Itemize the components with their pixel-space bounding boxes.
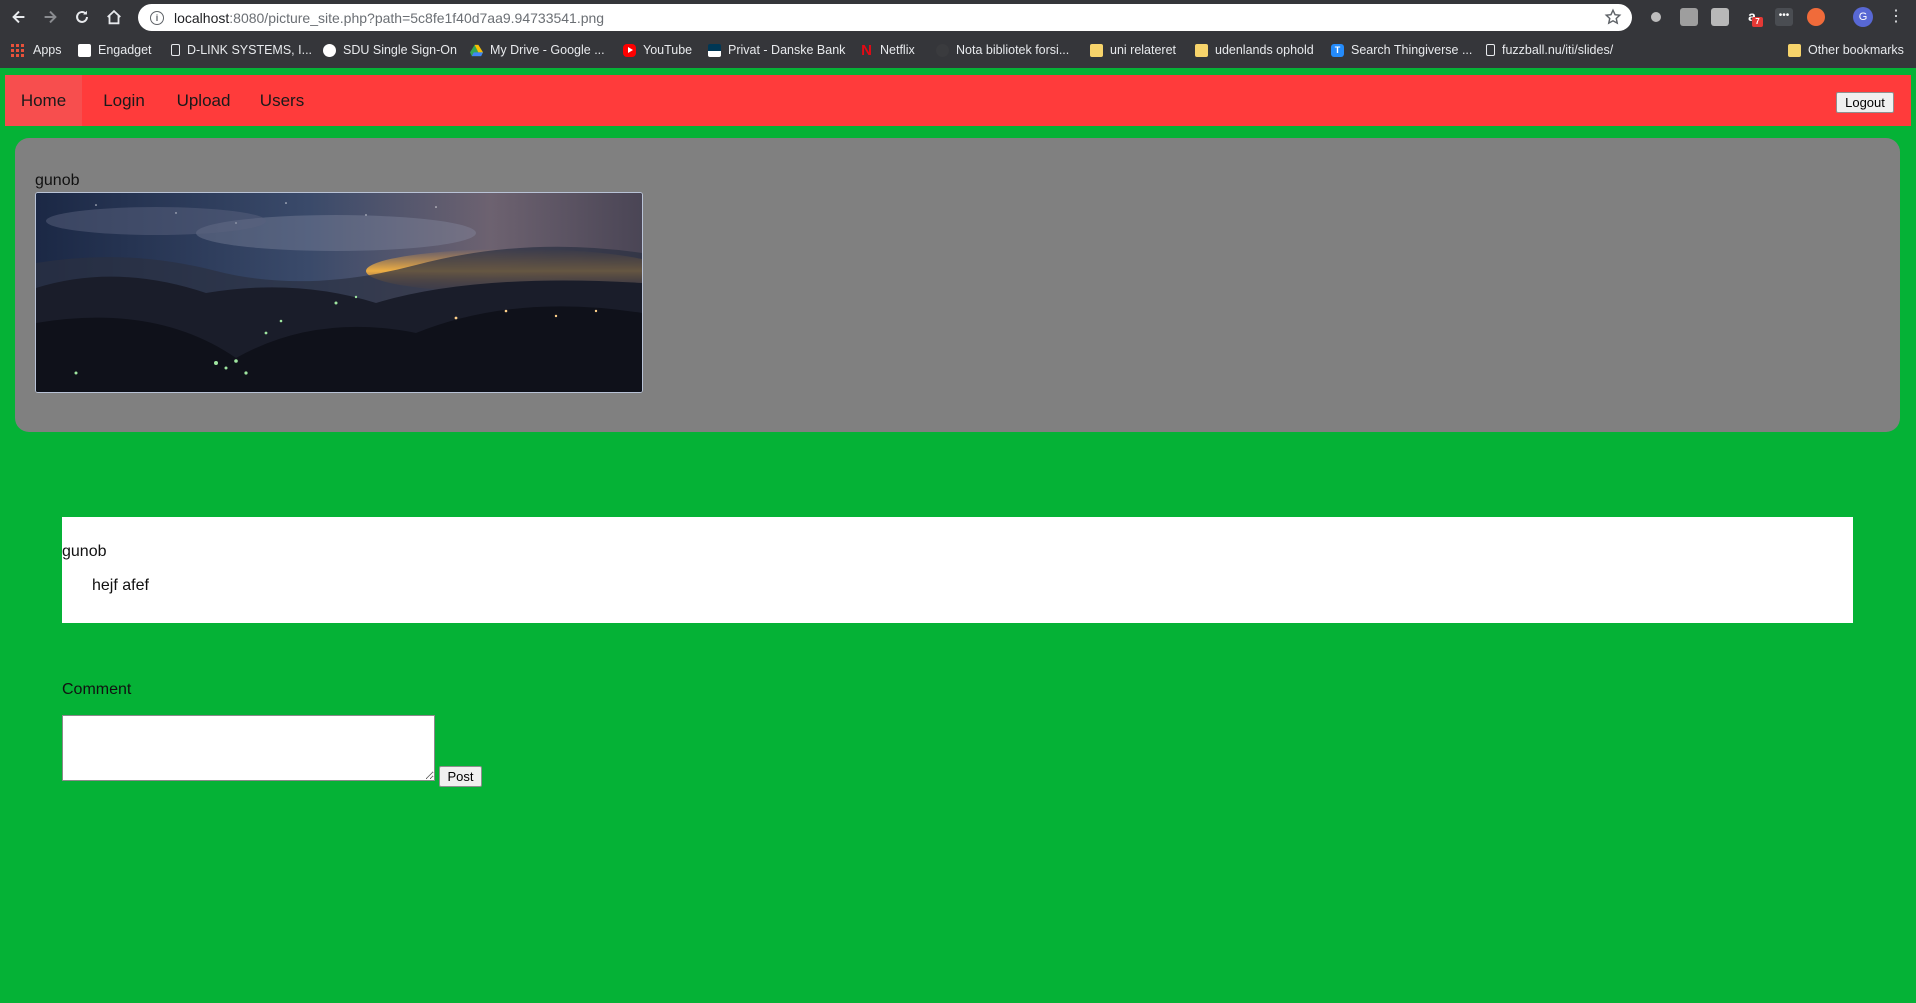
danske-bank-icon: [708, 43, 721, 57]
comment-label: Comment: [62, 681, 132, 698]
netflix-icon: N: [861, 41, 872, 59]
bookmark-sdu[interactable]: SDU Single Sign-On: [323, 41, 457, 59]
back-button[interactable]: [6, 4, 32, 30]
folder-icon: [1788, 43, 1801, 57]
bookmark-thingiverse[interactable]: T Search Thingiverse ...: [1331, 41, 1472, 59]
bookmark-label: YouTube: [643, 43, 693, 57]
bookmark-label: udenlands ophold: [1215, 43, 1314, 57]
browser-chrome: i localhost:8080/picture_site.php?path=5…: [0, 0, 1916, 68]
address-url[interactable]: localhost:8080/picture_site.php?path=5c8…: [174, 10, 604, 26]
arrow-left-icon: [12, 10, 25, 24]
thingiverse-icon: T: [1331, 43, 1344, 57]
reload-button[interactable]: [69, 4, 95, 30]
post-image: [35, 192, 643, 393]
bookmark-star-icon[interactable]: [1604, 8, 1622, 26]
bookmark-label: Search Thingiverse ...: [1351, 43, 1473, 57]
address-bar[interactable]: i localhost:8080/picture_site.php?path=5…: [138, 4, 1632, 31]
page-icon: [171, 44, 180, 56]
url-path: :8080/picture_site.php?path=5c8fe1f40d7a…: [229, 9, 605, 26]
nota-icon: [936, 43, 949, 57]
bookmark-google-drive[interactable]: My Drive - Google ...: [470, 41, 605, 59]
extension-orange-icon[interactable]: [1807, 8, 1825, 26]
url-host: localhost: [174, 9, 230, 26]
logout-button[interactable]: Logout: [1836, 92, 1894, 113]
reload-icon: [76, 10, 88, 23]
engadget-icon: [78, 43, 91, 57]
nav-label: Home: [20, 90, 67, 110]
bookmark-label: Privat - Danske Bank: [728, 43, 846, 57]
nav-label: Login: [103, 90, 145, 110]
bookmark-label: Apps: [33, 43, 62, 57]
bookmark-label: D-LINK SYSTEMS, I...: [187, 43, 313, 57]
sdu-icon: [323, 43, 336, 57]
browser-toolbar: i localhost:8080/picture_site.php?path=5…: [0, 0, 1916, 34]
extension-record-icon[interactable]: [1647, 8, 1665, 26]
home-icon: [107, 9, 121, 25]
nav-login[interactable]: Login: [90, 75, 158, 126]
comment-textarea[interactable]: [62, 715, 435, 781]
bookmark-folder-uni[interactable]: uni relateret: [1090, 41, 1176, 59]
site-info-icon[interactable]: i: [150, 10, 164, 25]
comments-list: [62, 517, 1853, 623]
bookmark-fuzzball[interactable]: fuzzball.nu/iti/slides/: [1486, 41, 1613, 59]
google-drive-icon: [470, 44, 483, 56]
apps-grid-icon: [11, 43, 24, 57]
bookmark-danske-bank[interactable]: Privat - Danske Bank: [708, 41, 845, 59]
nav-home[interactable]: Home: [5, 75, 82, 126]
bookmark-folder-udenlands[interactable]: udenlands ophold: [1195, 41, 1314, 59]
extension-translate-icon[interactable]: [1711, 8, 1729, 26]
nav-label: Users: [259, 90, 305, 110]
comment-text: hejf afef: [92, 577, 149, 594]
bookmark-label: My Drive - Google ...: [490, 43, 605, 57]
forward-button[interactable]: [37, 4, 63, 30]
amazon-extension-icon[interactable]: a7: [1743, 8, 1763, 27]
extension-grey-icon[interactable]: [1680, 8, 1698, 26]
folder-icon: [1090, 43, 1103, 57]
comment-author: gunob: [62, 543, 107, 560]
extension-badge: 7: [1752, 17, 1763, 27]
extension-dots-icon[interactable]: •••: [1775, 8, 1793, 26]
bookmark-label: uni relateret: [1110, 43, 1177, 57]
post-comment-button[interactable]: Post: [439, 766, 482, 787]
browser-menu-icon[interactable]: ⋮: [1888, 8, 1904, 26]
nav-label: Upload: [176, 90, 231, 110]
bookmark-label: Other bookmarks: [1808, 43, 1904, 57]
bookmark-engadget[interactable]: Engadget: [78, 41, 152, 59]
post-author: gunob: [35, 172, 80, 189]
youtube-icon: [623, 43, 636, 57]
arrow-right-icon: [44, 10, 57, 24]
nav-upload[interactable]: Upload: [165, 75, 242, 126]
page-icon: [1486, 44, 1495, 56]
bookmark-label: SDU Single Sign-On: [343, 43, 457, 57]
bookmark-netflix[interactable]: N Netflix: [860, 41, 915, 59]
site-navbar: Home Login Upload Users: [5, 75, 1911, 126]
bookmark-nota[interactable]: Nota bibliotek forsi...: [936, 41, 1069, 59]
bookmark-label: Engadget: [98, 43, 152, 57]
bookmark-label: Netflix: [880, 43, 915, 57]
bookmark-apps[interactable]: Apps: [11, 41, 62, 59]
landscape-photo: [36, 193, 642, 392]
bookmarks-bar: Apps Engadget D-LINK SYSTEMS, I... SDU S…: [0, 36, 1916, 64]
bookmark-label: fuzzball.nu/iti/slides/: [1502, 43, 1614, 57]
bookmark-other[interactable]: Other bookmarks: [1788, 41, 1904, 59]
nav-users[interactable]: Users: [249, 75, 315, 126]
bookmark-youtube[interactable]: YouTube: [623, 41, 692, 59]
home-button[interactable]: [101, 4, 127, 30]
profile-avatar[interactable]: G: [1853, 7, 1873, 27]
folder-icon: [1195, 43, 1208, 57]
bookmark-dlink[interactable]: D-LINK SYSTEMS, I...: [171, 41, 312, 59]
bookmark-label: Nota bibliotek forsi...: [956, 43, 1070, 57]
